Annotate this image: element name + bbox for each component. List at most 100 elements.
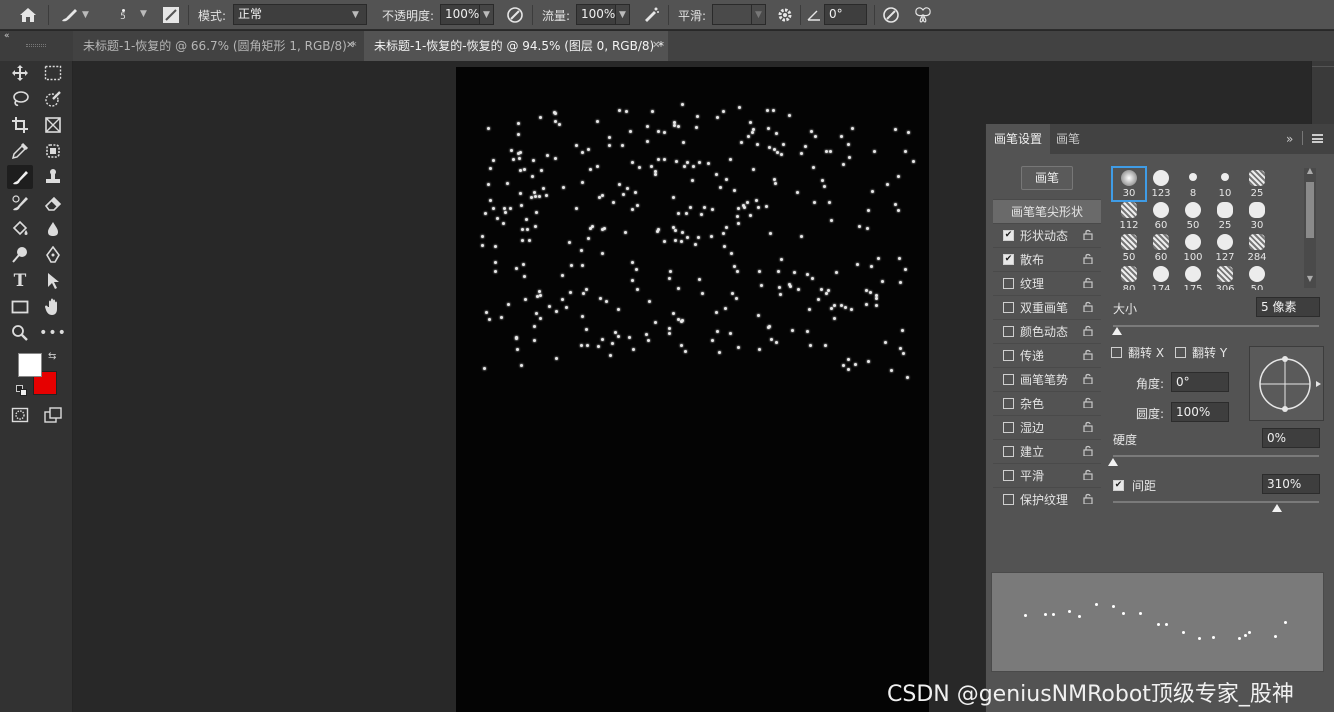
brush-preset[interactable]: 284 <box>1241 232 1273 264</box>
lock-icon[interactable] <box>1083 373 1095 387</box>
brush-preset[interactable]: 25 <box>1241 168 1273 200</box>
brush-option-row[interactable]: 传递 <box>993 343 1101 367</box>
brush-angle-roundness-widget[interactable] <box>1249 346 1324 421</box>
opacity-dropdown[interactable]: ▼ <box>479 4 494 25</box>
flip-y-checkbox[interactable]: 翻转 Y <box>1175 344 1227 361</box>
tab-brushes[interactable]: 画笔 <box>1048 124 1088 154</box>
type-icon[interactable]: T <box>7 269 33 293</box>
roundness-field[interactable]: 100% <box>1171 402 1229 422</box>
brush-preset[interactable]: 80 <box>1113 264 1145 290</box>
panel-menu-icon[interactable] <box>1312 134 1323 143</box>
smoothing-dropdown[interactable]: ▼ <box>751 4 766 25</box>
brush-option-row[interactable]: 画笔笔势 <box>993 367 1101 391</box>
mode-select[interactable]: 正常 <box>233 4 367 25</box>
brush-angle-field[interactable]: 0° <box>824 4 867 25</box>
option-checkbox[interactable]: ✔ <box>1003 254 1014 265</box>
lock-icon[interactable] <box>1083 229 1095 243</box>
frame-icon[interactable] <box>40 113 66 137</box>
spacing-field[interactable]: 310% <box>1262 474 1320 494</box>
marquee-icon[interactable] <box>40 61 66 85</box>
lock-icon[interactable] <box>1083 397 1095 411</box>
move-icon[interactable] <box>7 61 33 85</box>
brush-preset[interactable]: 306 <box>1209 264 1241 290</box>
option-checkbox[interactable] <box>1003 470 1014 481</box>
stamp-icon[interactable] <box>40 165 66 189</box>
brush-option-row[interactable]: 纹理 <box>993 271 1101 295</box>
brush-preset[interactable]: 60 <box>1145 232 1177 264</box>
symmetry-butterfly-icon[interactable] <box>912 0 934 30</box>
pressure-size-icon[interactable] <box>880 0 902 30</box>
brush-preset[interactable]: 30 <box>1241 200 1273 232</box>
foreground-color-swatch[interactable] <box>18 353 42 377</box>
brush-icon[interactable] <box>7 165 33 189</box>
close-icon[interactable]: ✕ <box>346 31 354 61</box>
lock-icon[interactable] <box>1083 493 1095 507</box>
hardness-slider[interactable] <box>1113 455 1319 457</box>
brush-preset[interactable]: 10 <box>1209 168 1241 200</box>
dodge-icon[interactable] <box>7 243 33 267</box>
option-checkbox[interactable] <box>1003 278 1014 289</box>
document-tab-1[interactable]: 未标题-1-恢复的 @ 66.7% (圆角矩形 1, RGB/8) * ✕ <box>73 31 363 61</box>
pressure-opacity-icon[interactable] <box>504 0 526 30</box>
airbrush-icon[interactable] <box>640 0 662 30</box>
spacing-slider[interactable] <box>1113 501 1319 503</box>
spacing-slider-knob[interactable] <box>1272 504 1282 512</box>
screen-mode-icon[interactable] <box>40 403 66 427</box>
brush-preset[interactable]: 174 <box>1145 264 1177 290</box>
grip-icon[interactable] <box>26 44 46 47</box>
lasso-icon[interactable] <box>7 87 33 111</box>
flow-dropdown[interactable]: ▼ <box>615 4 630 25</box>
default-colors-icon[interactable] <box>16 385 28 397</box>
brush-preset[interactable]: 100 <box>1177 232 1209 264</box>
option-checkbox[interactable] <box>1003 398 1014 409</box>
brush-tool-preset-picker[interactable]: ▼ <box>58 0 98 30</box>
quick-select-icon[interactable] <box>40 87 66 111</box>
hardness-field[interactable]: 0% <box>1262 428 1320 448</box>
option-brush-tip-shape[interactable]: 画笔笔尖形状 <box>993 199 1101 223</box>
brush-option-row[interactable]: ✔ 散布 <box>993 247 1101 271</box>
collapse-icon[interactable]: « <box>4 31 10 41</box>
quick-mask-icon[interactable] <box>7 403 33 427</box>
brush-preset[interactable]: 8 <box>1177 168 1209 200</box>
swap-colors-icon[interactable]: ⇆ <box>48 351 56 362</box>
lock-icon[interactable] <box>1083 325 1095 339</box>
preset-scrollbar[interactable]: ▲ ▼ <box>1304 166 1316 288</box>
expand-icon[interactable]: » <box>1286 132 1293 146</box>
patch-icon[interactable] <box>40 139 66 163</box>
zoom-icon[interactable] <box>7 321 33 345</box>
size-slider[interactable] <box>1113 325 1319 327</box>
brush-preset[interactable]: 50 <box>1177 200 1209 232</box>
size-field[interactable]: 5 像素 <box>1256 297 1320 317</box>
brush-option-row[interactable]: 保护纹理 <box>993 487 1101 511</box>
history-brush-icon[interactable] <box>7 191 33 215</box>
brush-preset[interactable]: 60 <box>1145 200 1177 232</box>
lock-icon[interactable] <box>1083 349 1095 363</box>
lock-icon[interactable] <box>1083 301 1095 315</box>
flow-field[interactable]: 100% <box>576 4 616 25</box>
option-checkbox[interactable] <box>1003 326 1014 337</box>
pen-icon[interactable] <box>40 243 66 267</box>
brush-option-row[interactable]: 湿边 <box>993 415 1101 439</box>
brush-panel-toggle-icon[interactable] <box>160 0 182 30</box>
bucket-icon[interactable] <box>7 217 33 241</box>
flip-x-checkbox[interactable]: 翻转 X <box>1111 344 1164 361</box>
option-checkbox[interactable] <box>1003 350 1014 361</box>
brush-option-row[interactable]: ✔ 形状动态 <box>993 223 1101 247</box>
lock-icon[interactable] <box>1083 445 1095 459</box>
document-canvas[interactable] <box>456 67 929 712</box>
hand-icon[interactable] <box>40 295 66 319</box>
brush-option-row[interactable]: 颜色动态 <box>993 319 1101 343</box>
rectangle-icon[interactable] <box>7 295 33 319</box>
lock-icon[interactable] <box>1083 253 1095 267</box>
brush-preset-grid[interactable]: 30 123 8 10 25 112 60 50 25 30 50 60 100 127 284 80 174 1… <box>1111 166 1319 290</box>
option-checkbox[interactable] <box>1003 422 1014 433</box>
home-icon[interactable] <box>16 0 40 30</box>
size-slider-knob[interactable] <box>1112 327 1122 335</box>
brush-option-row[interactable]: 平滑 <box>993 463 1101 487</box>
brush-preset[interactable]: 127 <box>1209 232 1241 264</box>
path-select-icon[interactable] <box>40 269 66 293</box>
document-tab-2[interactable]: 未标题-1-恢复的-恢复的 @ 94.5% (图层 0, RGB/8) * ✕ <box>364 31 668 61</box>
opacity-field[interactable]: 100% <box>440 4 480 25</box>
brush-preset[interactable]: 112 <box>1113 200 1145 232</box>
spacing-checkbox[interactable]: ✔ 间距 <box>1111 477 1156 494</box>
